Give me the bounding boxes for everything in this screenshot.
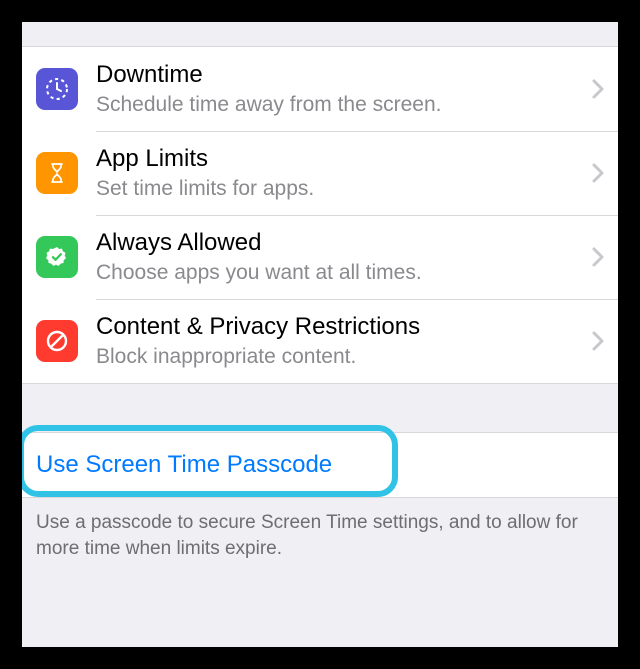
passcode-group: Use Screen Time Passcode bbox=[22, 432, 618, 498]
row-texts: Content & Privacy Restrictions Block ina… bbox=[96, 313, 584, 369]
row-texts: Downtime Schedule time away from the scr… bbox=[96, 61, 584, 117]
row-subtitle: Choose apps you want at all times. bbox=[96, 260, 584, 285]
row-always-allowed[interactable]: Always Allowed Choose apps you want at a… bbox=[22, 215, 618, 299]
row-title: App Limits bbox=[96, 145, 584, 174]
use-screen-time-passcode-button[interactable]: Use Screen Time Passcode bbox=[22, 433, 618, 497]
always-allowed-icon bbox=[36, 236, 78, 278]
chevron-right-icon bbox=[592, 331, 604, 351]
row-title: Downtime bbox=[96, 61, 584, 90]
app-limits-icon bbox=[36, 152, 78, 194]
content-privacy-icon bbox=[36, 320, 78, 362]
screen-time-group: Downtime Schedule time away from the scr… bbox=[22, 46, 618, 384]
settings-pane: Downtime Schedule time away from the scr… bbox=[22, 22, 618, 647]
row-content-privacy[interactable]: Content & Privacy Restrictions Block ina… bbox=[22, 299, 618, 383]
downtime-icon bbox=[36, 68, 78, 110]
passcode-footer-text: Use a passcode to secure Screen Time set… bbox=[22, 498, 618, 561]
chevron-right-icon bbox=[592, 247, 604, 267]
row-texts: App Limits Set time limits for apps. bbox=[96, 145, 584, 201]
chevron-right-icon bbox=[592, 79, 604, 99]
row-subtitle: Block inappropriate content. bbox=[96, 344, 584, 369]
row-title: Always Allowed bbox=[96, 229, 584, 258]
row-app-limits[interactable]: App Limits Set time limits for apps. bbox=[22, 131, 618, 215]
row-title: Content & Privacy Restrictions bbox=[96, 313, 584, 342]
row-subtitle: Schedule time away from the screen. bbox=[96, 92, 584, 117]
row-subtitle: Set time limits for apps. bbox=[96, 176, 584, 201]
row-downtime[interactable]: Downtime Schedule time away from the scr… bbox=[22, 47, 618, 131]
row-texts: Always Allowed Choose apps you want at a… bbox=[96, 229, 584, 285]
chevron-right-icon bbox=[592, 163, 604, 183]
link-label: Use Screen Time Passcode bbox=[36, 451, 332, 478]
